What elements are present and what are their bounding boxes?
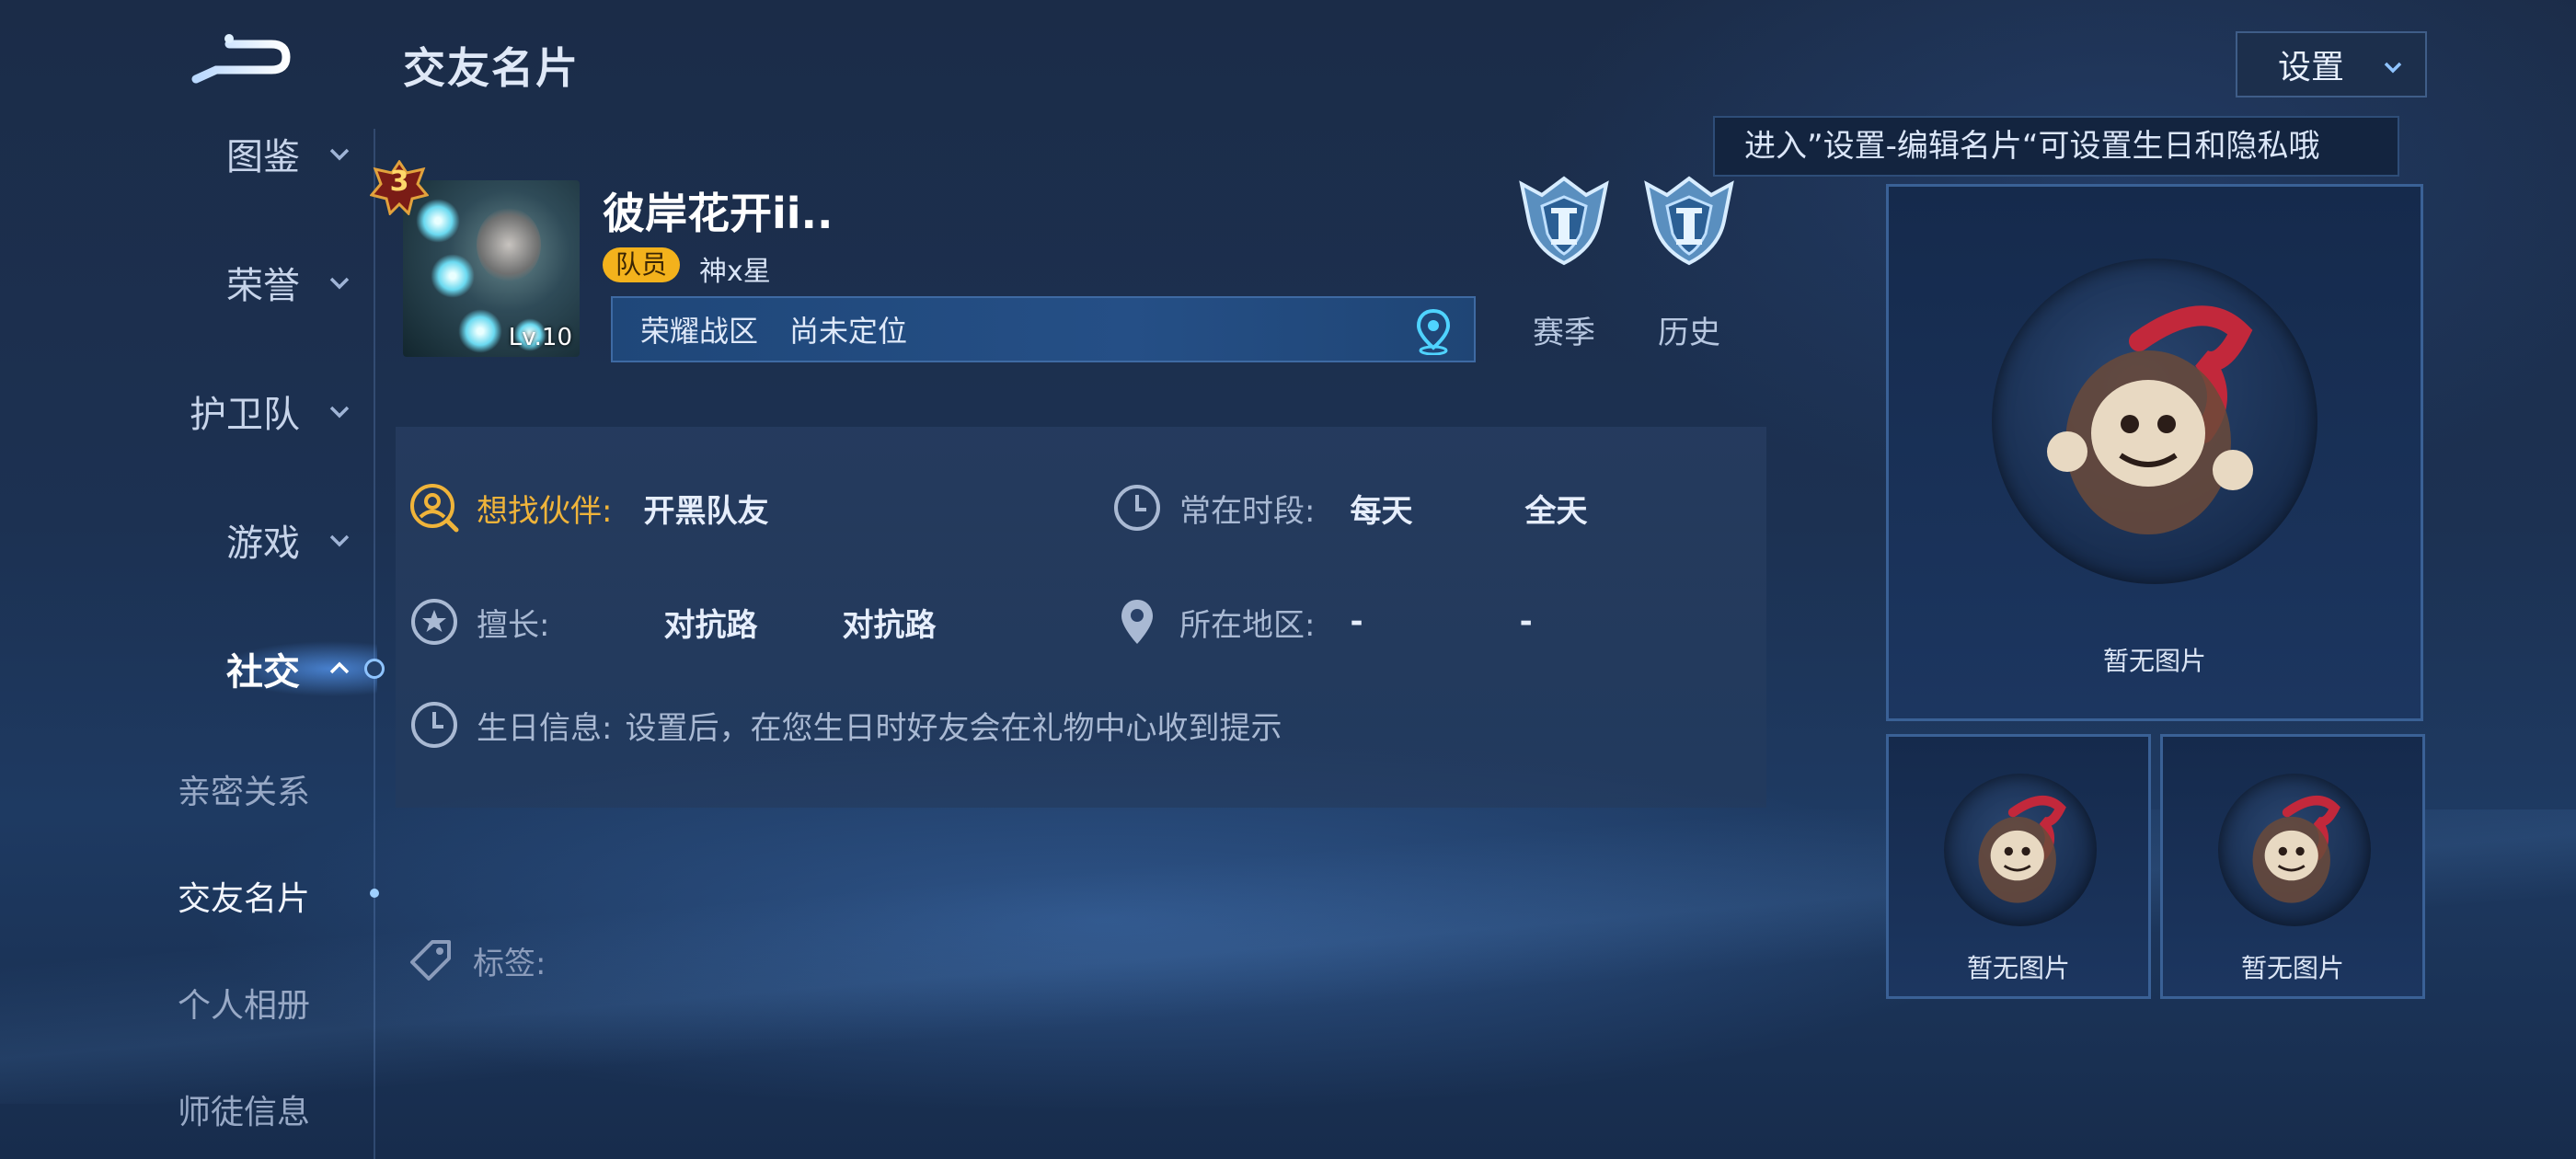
mascot-icon <box>2252 796 2340 903</box>
tags-key: 标签: <box>473 945 546 982</box>
sidebar-subitem-mentor[interactable]: 师徒信息 <box>129 1085 359 1133</box>
battle-zone-bar[interactable]: 荣耀战区 尚未定位 <box>611 296 1476 362</box>
avatar-decoration <box>431 254 475 298</box>
sidebar-item-label: 图鉴 <box>226 136 300 178</box>
guild-name: 神x星 <box>699 256 771 288</box>
sidebar-item-label: 护卫队 <box>190 394 300 436</box>
no-image-label: 暂无图片 <box>1966 953 2070 983</box>
history-label: 历史 <box>1658 315 1720 351</box>
role-badge: 队员 <box>603 247 681 282</box>
region-key: 所在地区: <box>1179 606 1316 644</box>
sidebar-item-honor[interactable]: 荣誉 <box>166 250 368 315</box>
rank-number: 3 <box>389 166 409 198</box>
current-subitem-dot <box>370 889 379 898</box>
tags-row: 标签: <box>405 935 546 986</box>
time-row: 常在时段: 每天 全天 <box>1111 482 1587 534</box>
avatar-decoration <box>458 309 502 353</box>
no-image-label: 暂无图片 <box>2240 953 2344 983</box>
chevron-down-icon <box>329 534 350 547</box>
sidebar-item-illustrated[interactable]: 图鉴 <box>166 121 368 186</box>
placeholder-mascot-image <box>1992 258 2317 584</box>
skill-value-2: 对抗路 <box>842 606 937 644</box>
birthday-row: 生日信息: 设置后，在您生日时好友会在礼物中心收到提示 <box>408 699 1282 751</box>
clock-icon <box>411 702 457 748</box>
back-button[interactable] <box>189 26 299 90</box>
mascot-icon <box>1978 796 2066 903</box>
chevron-down-icon <box>329 277 350 290</box>
partner-key: 想找伙伴: <box>477 492 613 530</box>
player-name: 彼岸花开ii.. <box>603 189 834 238</box>
album-photo-2[interactable]: 暂无图片 <box>1886 734 2151 999</box>
album-photo-main[interactable]: 暂无图片 <box>1886 184 2423 721</box>
placeholder-mascot-image <box>1944 774 2097 926</box>
location-pin-icon[interactable] <box>1411 307 1455 355</box>
avatar[interactable]: Lv.10 <box>403 180 580 357</box>
tag-icon <box>410 940 451 981</box>
sidebar-item-game[interactable]: 游戏 <box>166 508 368 572</box>
mascot-icon <box>2047 305 2253 534</box>
time-value-days: 每天 <box>1350 492 1413 530</box>
sidebar-subitem-intimacy[interactable]: 亲密关系 <box>129 765 359 813</box>
region-value-2: - <box>1519 603 1533 640</box>
sidebar-subitem-friend-card[interactable]: 交友名片 <box>129 872 359 920</box>
chevron-up-icon <box>329 661 350 674</box>
time-value-hours: 全天 <box>1524 492 1588 530</box>
chevron-down-icon <box>329 148 350 161</box>
partner-row: 想找伙伴: 开黑队友 <box>408 482 768 534</box>
time-key: 常在时段: <box>1179 492 1316 530</box>
sidebar-item-social[interactable]: 社交 <box>166 637 368 701</box>
clock-icon <box>1114 485 1160 531</box>
no-image-label: 暂无图片 <box>2102 646 2206 676</box>
chevron-down-icon <box>2384 62 2402 74</box>
avatar-portrait <box>477 208 541 281</box>
sidebar-item-label: 荣誉 <box>226 265 300 307</box>
location-icon <box>1121 600 1153 644</box>
settings-label: 设置 <box>2278 49 2345 86</box>
settings-tip: 进入”设置-编辑名片“可设置生日和隐私哦 <box>1713 116 2399 177</box>
sidebar-item-label: 社交 <box>226 651 300 694</box>
season-medal-icon[interactable] <box>1514 175 1614 267</box>
user-search-icon <box>410 484 459 533</box>
zone-label: 荣耀战区 <box>640 314 759 349</box>
settings-dropdown[interactable]: 设置 <box>2236 31 2427 98</box>
region-row: 所在地区: - - <box>1111 596 1533 648</box>
zone-value: 尚未定位 <box>789 314 908 349</box>
sidebar-item-guard-team[interactable]: 护卫队 <box>166 379 368 443</box>
level-label: Lv.10 <box>508 324 572 351</box>
region-value-1: - <box>1350 603 1363 640</box>
star-icon <box>411 599 457 645</box>
sidebar-subitem-album[interactable]: 个人相册 <box>129 979 359 1027</box>
sidebar-item-label: 游戏 <box>226 522 300 565</box>
chevron-down-icon <box>329 406 350 419</box>
album-photo-3[interactable]: 暂无图片 <box>2160 734 2425 999</box>
skill-row: 擅长: 对抗路 对抗路 <box>408 596 936 648</box>
birthday-value: 设置后，在您生日时好友会在礼物中心收到提示 <box>625 709 1282 747</box>
page-title: 交友名片 <box>403 43 580 93</box>
skill-value-1: 对抗路 <box>663 606 758 644</box>
birthday-key: 生日信息: <box>477 709 613 747</box>
season-label: 赛季 <box>1533 315 1595 351</box>
active-indicator-dot <box>364 659 385 679</box>
placeholder-mascot-image <box>2218 774 2371 926</box>
back-arrow-icon <box>191 34 291 84</box>
skill-key: 擅长: <box>477 606 550 644</box>
partner-value: 开黑队友 <box>643 492 769 530</box>
history-medal-icon[interactable] <box>1639 175 1739 267</box>
